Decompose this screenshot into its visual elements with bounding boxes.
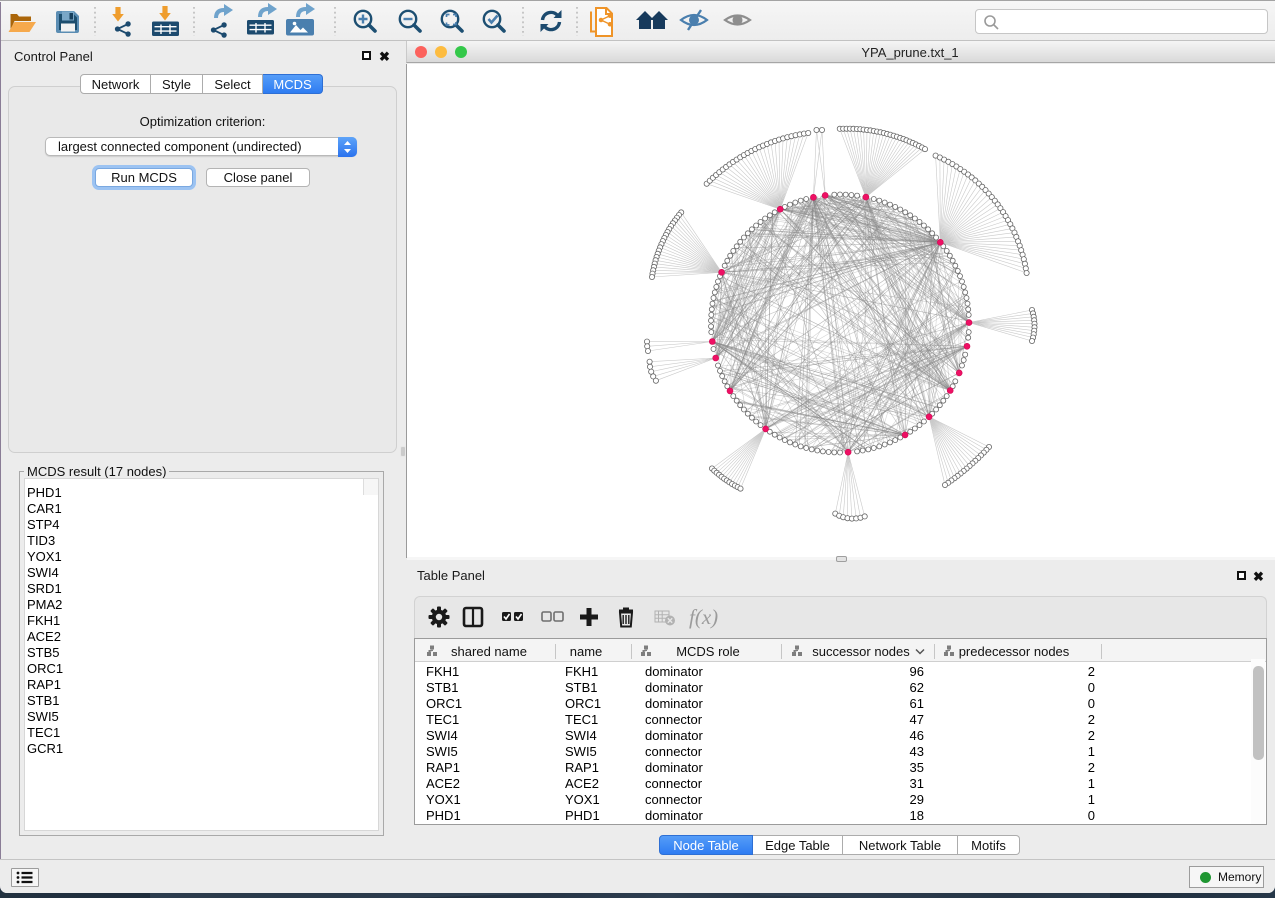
svg-text:f(x): f(x) xyxy=(689,605,718,629)
